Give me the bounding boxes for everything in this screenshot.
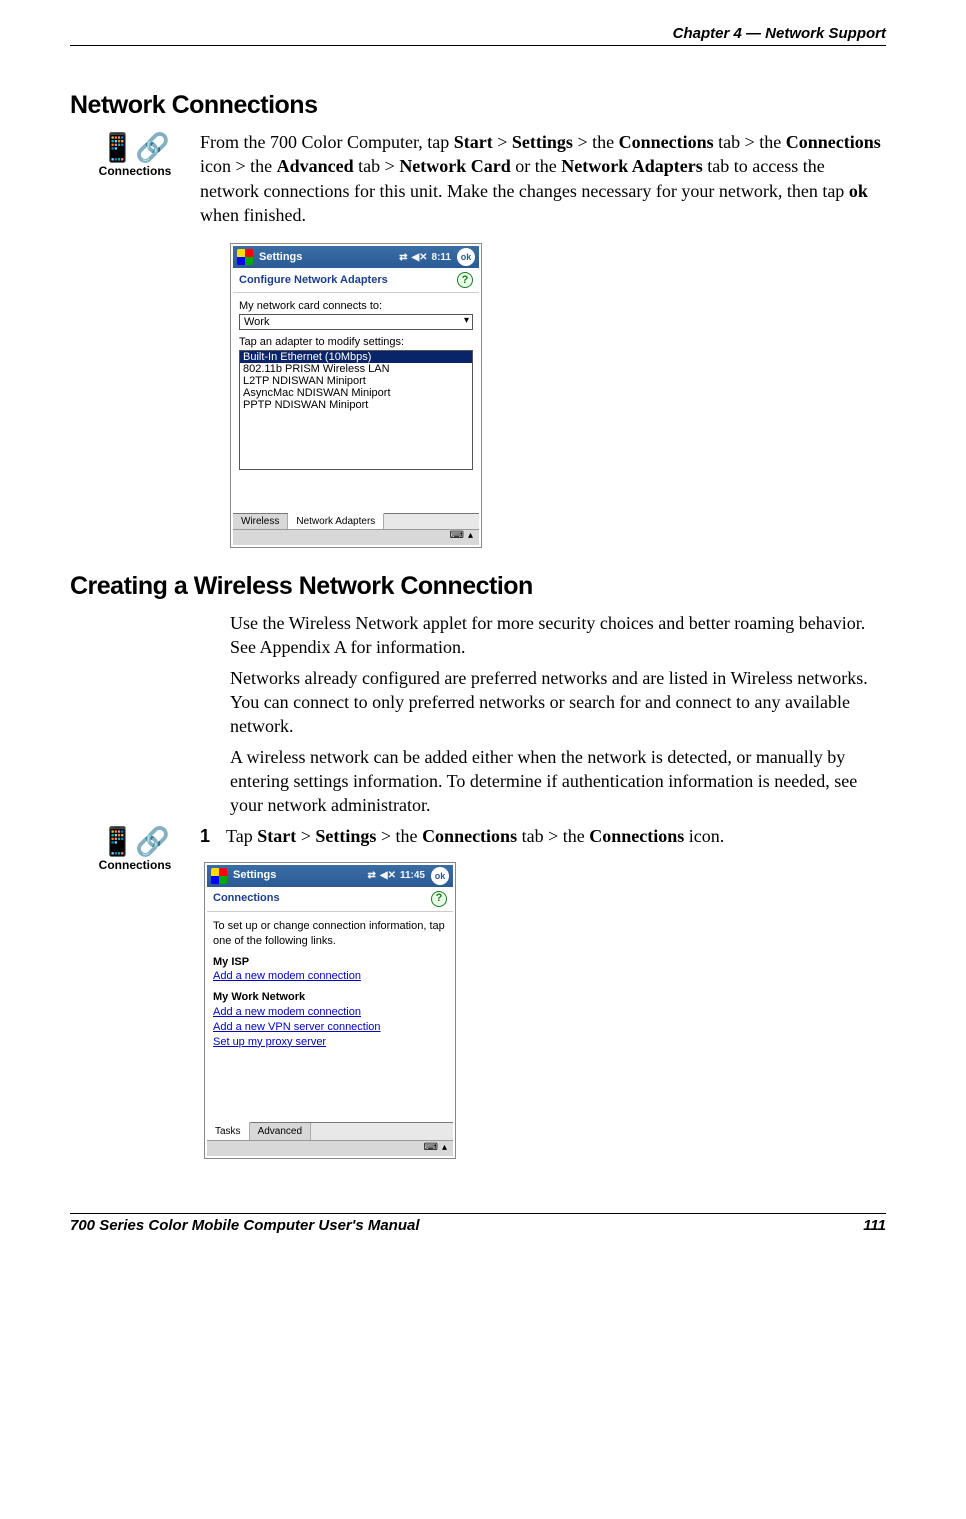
section1-paragraph: From the 700 Color Computer, tap Start >…: [200, 130, 886, 227]
bold-start: Start: [454, 132, 493, 152]
text: icon.: [684, 826, 724, 846]
bold-connections-tab: Connections: [619, 132, 714, 152]
ok-button[interactable]: ok: [431, 867, 449, 885]
text: >: [296, 826, 315, 846]
connections-icon-label: Connections: [70, 858, 200, 872]
page-header: Chapter 4 — Network Support: [70, 25, 886, 46]
text: From the 700 Color Computer, tap: [200, 132, 454, 152]
link-add-vpn[interactable]: Add a new VPN server connection: [213, 1020, 447, 1035]
bold-settings: Settings: [512, 132, 573, 152]
signal-icon: ⇄: [399, 252, 407, 263]
keyboard-icon[interactable]: ⌨: [450, 530, 464, 541]
label-connects-to: My network card connects to:: [239, 300, 473, 312]
ppc-subtitle: Configure Network Adapters: [239, 274, 388, 286]
link-add-modem-work[interactable]: Add a new modem connection: [213, 1005, 447, 1020]
group-my-work: My Work Network: [213, 990, 447, 1005]
bold-advanced: Advanced: [277, 156, 354, 176]
section2-p1: Use the Wireless Network applet for more…: [230, 611, 886, 660]
connections-icon-block-2: 📱🔗 Connections: [70, 824, 200, 1184]
connections-icon-label: Connections: [70, 164, 200, 178]
volume-icon: ◀✕: [411, 252, 427, 263]
help-icon[interactable]: ?: [431, 891, 447, 907]
keyboard-icon[interactable]: ⌨: [424, 1141, 438, 1155]
section2-p2: Networks already configured are preferre…: [230, 666, 886, 739]
sip-arrow-icon[interactable]: ▴: [442, 1141, 447, 1155]
label-tap-adapter: Tap an adapter to modify settings:: [239, 336, 473, 348]
link-add-modem-isp[interactable]: Add a new modem connection: [213, 969, 447, 984]
ppc-body: My network card connects to: Work Tap an…: [233, 293, 479, 513]
text: >: [493, 132, 512, 152]
bold-network-card: Network Card: [399, 156, 510, 176]
text: icon > the: [200, 156, 277, 176]
text: > the: [376, 826, 422, 846]
bold-connections-tab: Connections: [422, 826, 517, 846]
step-number: 1: [200, 824, 216, 848]
section2-p3: A wireless network can be added either w…: [230, 745, 886, 818]
help-icon[interactable]: ?: [457, 272, 473, 288]
step-1: 1 Tap Start > Settings > the Connections…: [200, 824, 886, 848]
ppc-titlebar: Settings ⇄ ◀✕ 11:45 ok: [207, 865, 453, 887]
ppc-title: Settings: [259, 251, 302, 263]
tab-wireless[interactable]: Wireless: [233, 514, 288, 529]
signal-icon: ⇄: [368, 869, 376, 883]
bold-settings: Settings: [315, 826, 376, 846]
ppc-screenshot-connections: Settings ⇄ ◀✕ 11:45 ok Connections ? To …: [204, 862, 456, 1160]
clock: 11:45: [400, 869, 425, 883]
footer-page-number: 111: [863, 1217, 886, 1234]
connects-to-dropdown[interactable]: Work: [239, 314, 473, 330]
connections-icon: 📱🔗: [70, 828, 200, 856]
bold-start: Start: [257, 826, 296, 846]
ppc-titlebar: Settings ⇄ ◀✕ 8:11 ok: [233, 246, 479, 268]
group-my-isp: My ISP: [213, 955, 447, 970]
text: when finished.: [200, 205, 306, 225]
ppc-subtitle: Connections: [213, 891, 280, 906]
adapter-option[interactable]: 802.11b PRISM Wireless LAN: [240, 363, 472, 375]
bold-ok: ok: [849, 181, 868, 201]
volume-icon: ◀✕: [380, 869, 396, 883]
adapter-option[interactable]: PPTP NDISWAN Miniport: [240, 399, 472, 411]
adapter-option[interactable]: L2TP NDISWAN Miniport: [240, 375, 472, 387]
ppc-subtitle-bar: Connections ?: [207, 887, 453, 912]
start-flag-icon[interactable]: [211, 868, 227, 884]
sip-arrow-icon[interactable]: ▴: [468, 530, 473, 541]
text: Tap: [226, 826, 257, 846]
text: tab > the: [517, 826, 589, 846]
start-flag-icon[interactable]: [237, 249, 253, 265]
text: tab > the: [714, 132, 786, 152]
text: > the: [573, 132, 619, 152]
ppc-body: To set up or change connection informati…: [207, 912, 453, 1122]
ok-button[interactable]: ok: [457, 248, 475, 266]
text: or the: [511, 156, 561, 176]
ppc-screenshot-adapters: Settings ⇄ ◀✕ 8:11 ok Configure Network …: [230, 243, 482, 548]
clock: 8:11: [432, 252, 451, 263]
sip-bar: ⌨▴: [207, 1140, 453, 1156]
connections-icon-block: 📱🔗 Connections: [70, 130, 200, 233]
footer-manual-title: 700 Series Color Mobile Computer User's …: [70, 1217, 420, 1234]
tab-network-adapters[interactable]: Network Adapters: [288, 513, 384, 529]
bold-network-adapters: Network Adapters: [561, 156, 703, 176]
tab-tasks[interactable]: Tasks: [207, 1122, 250, 1141]
page-footer: 700 Series Color Mobile Computer User's …: [70, 1213, 886, 1234]
adapter-listbox[interactable]: Built-In Ethernet (10Mbps) 802.11b PRISM…: [239, 350, 473, 470]
adapter-option[interactable]: AsyncMac NDISWAN Miniport: [240, 387, 472, 399]
ppc-subtitle-bar: Configure Network Adapters ?: [233, 268, 479, 293]
bold-connections-icon: Connections: [786, 132, 881, 152]
link-proxy[interactable]: Set up my proxy server: [213, 1035, 447, 1050]
ppc-tabs: Wireless Network Adapters: [233, 513, 479, 529]
section-title-wireless: Creating a Wireless Network Connection: [70, 572, 886, 601]
intro-text: To set up or change connection informati…: [213, 919, 447, 949]
section-title-network-connections: Network Connections: [70, 91, 886, 120]
sip-bar: ⌨▴: [233, 529, 479, 545]
tab-advanced[interactable]: Advanced: [250, 1123, 311, 1141]
adapter-option[interactable]: Built-In Ethernet (10Mbps): [240, 351, 472, 363]
connections-icon: 📱🔗: [70, 134, 200, 162]
ppc-tabs: Tasks Advanced: [207, 1122, 453, 1141]
bold-connections-icon: Connections: [589, 826, 684, 846]
text: tab >: [354, 156, 400, 176]
ppc-title: Settings: [233, 868, 276, 883]
